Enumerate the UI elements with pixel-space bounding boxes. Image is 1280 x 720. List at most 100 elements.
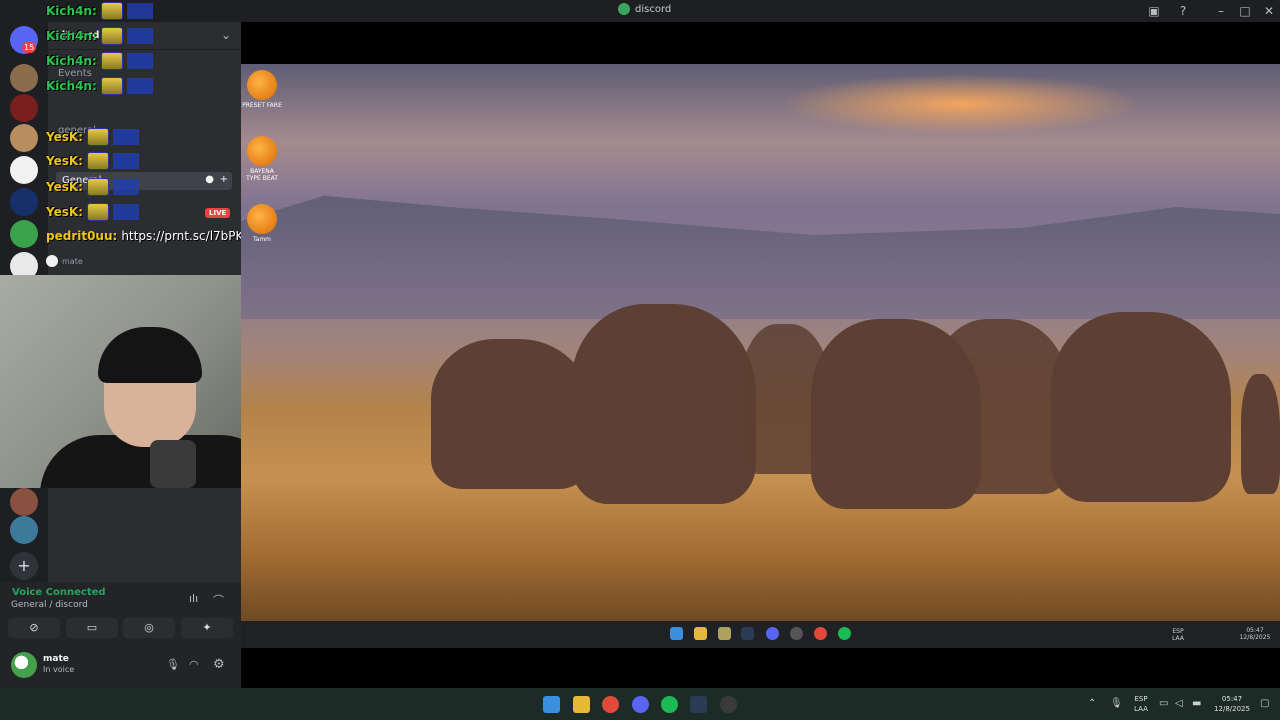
voice-channel-path[interactable]: General / discord: [11, 600, 88, 610]
emote-icon: [100, 77, 123, 95]
close-button[interactable]: ✕: [1261, 3, 1277, 19]
clock-time[interactable]: 05:47: [1210, 695, 1254, 704]
user-name: mate: [43, 654, 69, 664]
chat-username: Kich4n:: [46, 79, 97, 93]
language-indicator-bottom[interactable]: LAA: [1131, 705, 1151, 714]
desktop-icon[interactable]: PRESET FARE: [242, 70, 282, 109]
highlight-bar: [126, 53, 153, 69]
title-bar: discord ▣ ? – □ ✕: [0, 0, 1280, 22]
fl-studio-icon: [247, 204, 277, 234]
highlight-bar: [112, 179, 139, 195]
server-icon[interactable]: [10, 488, 38, 516]
live-badge: LIVE: [205, 208, 231, 218]
wallpaper-mountains: [241, 195, 1280, 319]
chevron-up-icon[interactable]: ⌃: [1088, 698, 1096, 709]
chrome-icon: [814, 627, 827, 640]
server-icon[interactable]: [10, 156, 38, 184]
chat-username: Kich4n:: [46, 54, 97, 68]
microphone-icon[interactable]: 🎙: [1110, 698, 1123, 709]
inbox-icon[interactable]: ▣: [1146, 3, 1162, 19]
discord-icon[interactable]: [632, 696, 649, 713]
highlight-bar: [126, 78, 153, 94]
noise-suppression-icon[interactable]: ılı: [189, 592, 198, 605]
server-icon[interactable]: [10, 94, 38, 122]
desktop-icon[interactable]: Tamm: [242, 204, 282, 243]
add-server-icon[interactable]: +: [10, 552, 38, 580]
notification-icon[interactable]: ▢: [1260, 698, 1269, 709]
activity-button[interactable]: ◎: [123, 618, 175, 638]
server-icon[interactable]: [10, 124, 38, 152]
maximize-button[interactable]: □: [1237, 3, 1253, 19]
desktop-icon-label: PRESET FARE: [242, 102, 282, 109]
disconnect-icon[interactable]: ⌒: [213, 592, 224, 608]
desktop-icon-label: BAYENA TYPE BEAT: [246, 168, 278, 182]
fl-studio-icon: [247, 136, 277, 166]
chat-username: YesK:: [46, 180, 83, 194]
app-icon: [790, 627, 803, 640]
windows-start-icon[interactable]: [543, 696, 560, 713]
emote-icon: [86, 128, 109, 146]
chat-overlay-line: YesK:: [46, 201, 139, 223]
chat-username: YesK:: [46, 130, 83, 144]
microphone-icon[interactable]: 🎙: [166, 658, 180, 671]
display-icon[interactable]: ▭: [1159, 698, 1168, 709]
minimize-button[interactable]: –: [1213, 3, 1229, 19]
streamed-taskbar: ESP LAA 05:47 12/8/2025: [241, 621, 1280, 648]
chrome-icon[interactable]: [602, 696, 619, 713]
camera-off-button[interactable]: ⊘: [8, 618, 60, 638]
emote-icon: [86, 152, 109, 170]
streamed-language: ESP LAA: [1172, 628, 1184, 642]
chevron-down-icon[interactable]: ⌄: [221, 28, 231, 42]
battery-icon[interactable]: ▬: [1192, 698, 1201, 709]
emote-icon: [86, 203, 109, 221]
chat-overlay-line: YesK:: [46, 176, 139, 198]
clock-date[interactable]: 12/8/2025: [1210, 705, 1254, 714]
server-icon[interactable]: [10, 64, 38, 92]
wallpaper-elephant: [431, 339, 591, 489]
language-indicator-top[interactable]: ESP: [1131, 695, 1151, 704]
help-icon[interactable]: ?: [1175, 3, 1191, 19]
invite-icon[interactable]: +: [220, 174, 228, 185]
app-icon: [718, 627, 731, 640]
chat-username: pedrit0uu:: [46, 229, 118, 243]
avatar[interactable]: [11, 652, 37, 678]
headphones-icon[interactable]: ◠: [189, 658, 199, 671]
desktop-icon[interactable]: BAYENA TYPE BEAT: [242, 136, 282, 182]
chat-username: YesK:: [46, 205, 83, 219]
windows-taskbar: ⌃ 🎙 ESP LAA ▭ ◁ ▬ 05:47 12/8/2025 ▢: [0, 688, 1280, 720]
file-explorer-icon[interactable]: [573, 696, 590, 713]
emote-icon: [100, 27, 123, 45]
server-icon[interactable]: [10, 516, 38, 544]
highlight-bar: [112, 129, 139, 145]
app-icon[interactable]: [720, 696, 737, 713]
steam-icon[interactable]: [690, 696, 707, 713]
avatar: [46, 255, 58, 267]
highlight-bar: [112, 153, 139, 169]
screen-share-button[interactable]: ▭: [66, 618, 118, 638]
streamed-date: 12/8/2025: [1239, 634, 1271, 641]
user-status: In voice: [43, 665, 75, 674]
server-icon[interactable]: [10, 188, 38, 216]
wallpaper-elephant: [1051, 312, 1231, 502]
server-icon[interactable]: [10, 220, 38, 248]
spotify-icon[interactable]: [661, 696, 678, 713]
highlight-bar: [126, 28, 153, 44]
chat-overlay-line: Kich4n:: [46, 25, 153, 47]
gear-icon[interactable]: ⚙: [213, 657, 225, 672]
window-title-text: discord: [635, 3, 672, 15]
wallpaper-elephant: [931, 319, 1071, 494]
windows-start-icon: [670, 627, 683, 640]
chat-overlay-line: Kich4n:: [46, 50, 153, 72]
volume-icon[interactable]: ◁: [1175, 698, 1183, 709]
window-title: discord: [618, 3, 671, 15]
highlight-bar: [112, 204, 139, 220]
stream-view[interactable]: PRESET FARE BAYENA TYPE BEAT Tamm ESP LA…: [241, 22, 1280, 688]
chat-icon[interactable]: ●: [205, 174, 214, 185]
steam-icon: [741, 627, 754, 640]
chat-username: Kich4n:: [46, 29, 97, 43]
webcam-beanie: [98, 327, 202, 383]
soundboard-button[interactable]: ✦: [181, 618, 233, 638]
chat-overlay-line: YesK:: [46, 150, 139, 172]
chat-username: mate: [62, 256, 83, 266]
chat-username: Kich4n:: [46, 4, 97, 18]
